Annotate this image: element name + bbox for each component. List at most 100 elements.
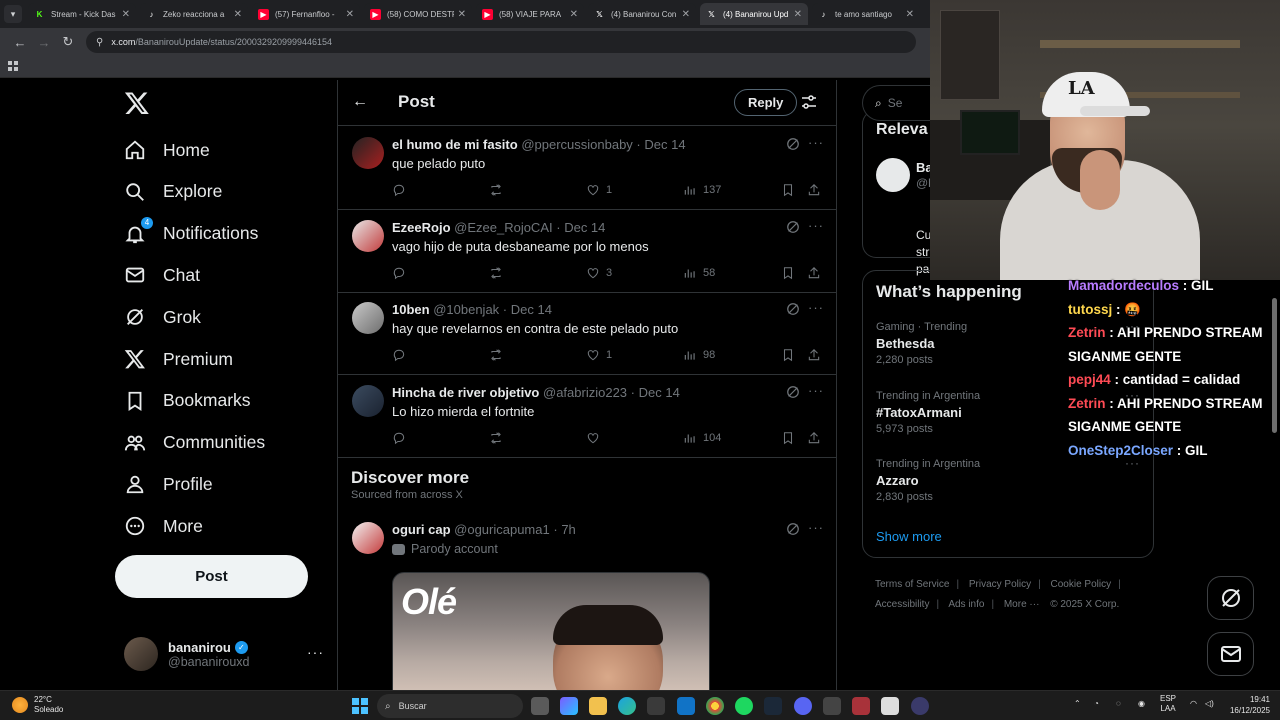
file-explorer-icon[interactable] bbox=[589, 697, 607, 715]
discover-post[interactable]: oguri cap @oguricapuma1 · 7h ··· Parody … bbox=[338, 512, 836, 690]
bookmark-button[interactable] bbox=[781, 431, 795, 445]
post-author-name[interactable]: el humo de mi fasito bbox=[392, 137, 518, 152]
app-icon[interactable] bbox=[852, 697, 870, 715]
post-author-name[interactable]: oguri cap bbox=[392, 522, 451, 537]
reply-button[interactable] bbox=[392, 183, 406, 197]
post-author-name[interactable]: 10ben bbox=[392, 302, 430, 317]
reply-button[interactable] bbox=[392, 431, 406, 445]
tab-search-button[interactable]: ▾ bbox=[4, 5, 22, 23]
wifi-icon[interactable]: ◠ bbox=[1190, 699, 1197, 708]
store-icon[interactable] bbox=[647, 697, 665, 715]
chrome-icon[interactable] bbox=[706, 697, 724, 715]
close-icon[interactable]: ✕ bbox=[570, 9, 578, 20]
tray-icon[interactable]: ◉ bbox=[1138, 699, 1145, 708]
footer-more-link[interactable]: More ··· bbox=[1004, 599, 1040, 610]
footer-cookie-link[interactable]: Cookie Policy bbox=[1051, 579, 1112, 590]
trend-item[interactable]: Trending in Argentina Azzaro 2,830 posts bbox=[876, 458, 980, 503]
like-button[interactable]: 1 bbox=[586, 348, 612, 362]
repost-button[interactable] bbox=[489, 266, 503, 280]
repost-button[interactable] bbox=[489, 348, 503, 362]
nav-item-bookmarks[interactable]: Bookmarks bbox=[122, 381, 251, 421]
share-button[interactable] bbox=[807, 431, 821, 445]
browser-tab[interactable]: ▶ (58) VIAJE PARA ✕ bbox=[476, 3, 584, 25]
browser-tab[interactable]: ▶ (58) COMO DESTR ✕ bbox=[364, 3, 472, 25]
grok-icon[interactable] bbox=[786, 137, 800, 151]
reply-button[interactable]: Reply bbox=[734, 89, 798, 116]
post-date[interactable]: Dec 14 bbox=[511, 302, 552, 317]
avatar[interactable] bbox=[352, 137, 384, 169]
more-dots-icon[interactable]: ··· bbox=[808, 520, 824, 535]
more-dots-icon[interactable]: ··· bbox=[808, 135, 824, 150]
app-icon[interactable] bbox=[823, 697, 841, 715]
views-button[interactable]: 137 bbox=[683, 183, 721, 197]
share-button[interactable] bbox=[807, 348, 821, 362]
views-button[interactable]: 98 bbox=[683, 348, 715, 362]
post-date[interactable]: Dec 14 bbox=[644, 137, 685, 152]
sliders-icon[interactable] bbox=[801, 94, 817, 110]
app-icon[interactable] bbox=[911, 697, 929, 715]
more-dots-icon[interactable]: ··· bbox=[307, 644, 324, 660]
browser-tab[interactable]: 𝕏 (4) Bananirou Upd ✕ bbox=[700, 3, 808, 25]
post-button[interactable]: Post bbox=[115, 555, 308, 598]
grok-icon[interactable] bbox=[786, 302, 800, 316]
post-author-handle[interactable]: @Ezee_RojoCAI bbox=[454, 220, 552, 235]
close-icon[interactable]: ✕ bbox=[458, 9, 466, 20]
nav-item-home[interactable]: Home bbox=[122, 130, 210, 170]
like-button[interactable]: 1 bbox=[586, 183, 612, 197]
browser-tab[interactable]: ▶ (57) Fernanfloo - ✕ bbox=[252, 3, 360, 25]
show-more-link[interactable]: Show more bbox=[876, 529, 942, 544]
task-view-icon[interactable] bbox=[531, 697, 549, 715]
close-icon[interactable]: ✕ bbox=[234, 9, 242, 20]
avatar[interactable] bbox=[352, 522, 384, 554]
like-button[interactable] bbox=[586, 431, 600, 445]
bookmark-button[interactable] bbox=[781, 348, 795, 362]
site-info-icon[interactable]: ⚲ bbox=[96, 37, 103, 48]
like-button[interactable]: 3 bbox=[586, 266, 612, 280]
share-button[interactable] bbox=[807, 266, 821, 280]
footer-terms-link[interactable]: Terms of Service bbox=[875, 579, 949, 590]
outlook-icon[interactable] bbox=[677, 697, 695, 715]
post-time[interactable]: 7h bbox=[561, 522, 575, 537]
footer-ads-link[interactable]: Ads info bbox=[948, 599, 984, 610]
reply-post[interactable]: EzeeRojo @Ezee_RojoCAI · Dec 14 ··· vago h… bbox=[338, 210, 836, 293]
grok-icon[interactable] bbox=[786, 385, 800, 399]
taskbar-search[interactable]: ⌕ Buscar bbox=[377, 694, 523, 718]
trend-item[interactable]: Gaming · Trending Bethesda 2,280 posts bbox=[876, 321, 967, 366]
url-bar[interactable]: ⚲ x.com/BananirouUpdate/status/200032920… bbox=[86, 31, 916, 53]
views-button[interactable]: 104 bbox=[683, 431, 721, 445]
chevron-up-icon[interactable]: ⌃ bbox=[1074, 699, 1081, 708]
avatar[interactable] bbox=[352, 385, 384, 418]
browser-tab[interactable]: ♪ te amo santiago ✕ bbox=[812, 3, 920, 25]
post-author-name[interactable]: EzeeRojo bbox=[392, 220, 451, 235]
reply-button[interactable] bbox=[392, 348, 406, 362]
repost-button[interactable] bbox=[489, 431, 503, 445]
close-icon[interactable]: ✕ bbox=[906, 9, 914, 20]
back-arrow-icon[interactable]: ← bbox=[8, 35, 32, 50]
post-author-name[interactable]: Hincha de river objetivo bbox=[392, 385, 539, 400]
nav-item-premium[interactable]: Premium bbox=[122, 339, 233, 379]
post-media-image[interactable]: Olé bbox=[392, 572, 710, 690]
more-dots-icon[interactable]: ··· bbox=[808, 300, 824, 315]
reply-post[interactable]: Hincha de river objetivo @afabrizio223 ·… bbox=[338, 375, 836, 459]
post-author-handle[interactable]: @10benjak bbox=[433, 302, 499, 317]
close-icon[interactable]: ✕ bbox=[682, 9, 690, 20]
post-author-handle[interactable]: @afabrizio223 bbox=[543, 385, 627, 400]
language-indicator[interactable]: ESP LAA bbox=[1160, 694, 1176, 714]
trend-item[interactable]: Trending in Argentina #TatoxArmani 5,973 p… bbox=[876, 390, 980, 435]
app-icon[interactable] bbox=[881, 697, 899, 715]
account-switcher[interactable]: bananirou ✓ @bananirouxd ··· bbox=[124, 634, 324, 674]
bookmark-button[interactable] bbox=[781, 266, 795, 280]
share-button[interactable] bbox=[807, 183, 821, 197]
copilot-icon[interactable] bbox=[560, 697, 578, 715]
steam-icon[interactable] bbox=[764, 697, 782, 715]
post-author-handle[interactable]: @oguricapuma1 bbox=[454, 522, 550, 537]
close-icon[interactable]: ✕ bbox=[794, 9, 802, 20]
scrollbar-thumb[interactable] bbox=[1272, 298, 1277, 433]
apps-grid-icon[interactable] bbox=[8, 61, 18, 71]
nav-item-more[interactable]: More bbox=[122, 506, 203, 546]
nav-item-explore[interactable]: Explore bbox=[122, 172, 222, 212]
nav-item-grok[interactable]: Grok bbox=[122, 297, 201, 337]
post-author-handle[interactable]: @ppercussionbaby bbox=[521, 137, 632, 152]
browser-tab[interactable]: ♪ Zeko reacciona a ✕ bbox=[140, 3, 248, 25]
tray-icon[interactable]: ◌ bbox=[1116, 699, 1121, 708]
